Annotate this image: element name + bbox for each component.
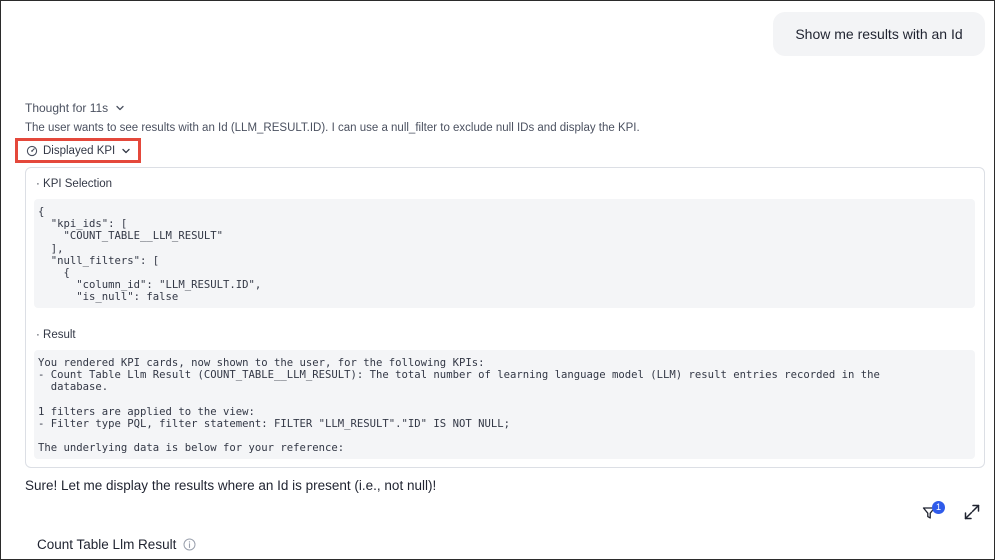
chevron-down-icon (116, 105, 124, 111)
expand-icon (964, 504, 980, 520)
displayed-kpi-label: Displayed KPI (43, 144, 116, 157)
gauge-icon (26, 145, 38, 156)
tool-call-panel: · KPI Selection { "kpi_ids": [ "COUNT_TA… (25, 167, 985, 468)
thought-toggle[interactable]: Thought for 11s (25, 101, 126, 115)
thought-text: The user wants to see results with an Id… (25, 122, 640, 134)
kpi-card-header: Count Table Llm Result (37, 537, 196, 552)
result-code: You rendered KPI cards, now shown to the… (34, 350, 975, 459)
expand-button[interactable] (963, 503, 981, 521)
result-title: · Result (36, 329, 76, 341)
chevron-down-icon (122, 148, 130, 153)
chat-window: Show me results with an Id Thought for 1… (0, 0, 995, 560)
kpi-selection-title: · KPI Selection (36, 178, 113, 190)
user-message-bubble: Show me results with an Id (773, 12, 985, 56)
info-icon[interactable] (183, 538, 196, 551)
displayed-kpi-toggle[interactable]: Displayed KPI (15, 138, 141, 163)
kpi-card-title: Count Table Llm Result (37, 537, 177, 552)
assistant-message: Sure! Let me display the results where a… (25, 478, 437, 493)
filter-count-badge: 1 (932, 501, 945, 514)
user-message-text: Show me results with an Id (795, 26, 963, 42)
thought-label: Thought for 11s (25, 101, 109, 115)
kpi-selection-code: { "kpi_ids": [ "COUNT_TABLE__LLM_RESULT"… (34, 199, 975, 308)
